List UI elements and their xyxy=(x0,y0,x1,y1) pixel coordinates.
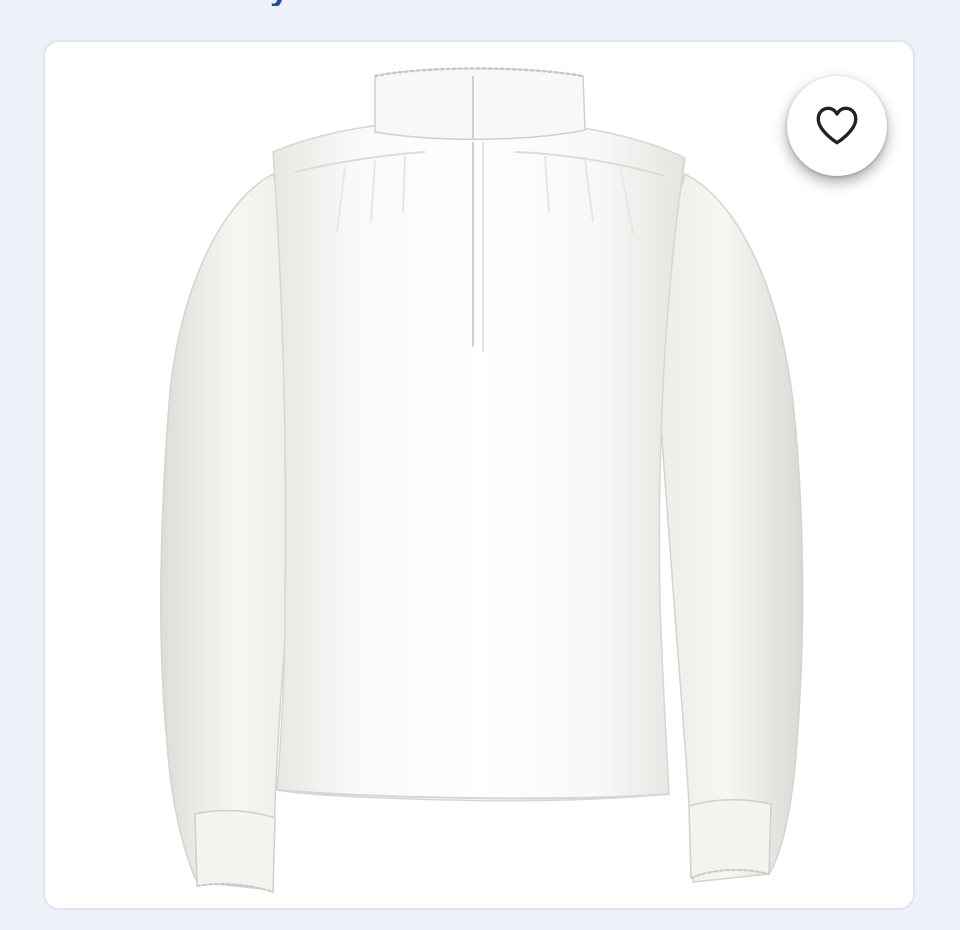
product-image xyxy=(160,67,804,894)
product-page: y xyxy=(0,0,960,930)
page-title-partial: y xyxy=(0,0,960,6)
product-image-card[interactable] xyxy=(43,40,915,910)
page-title-fragment: y xyxy=(270,0,304,6)
favorite-button[interactable] xyxy=(787,76,887,176)
heart-outline-icon xyxy=(816,106,858,145)
